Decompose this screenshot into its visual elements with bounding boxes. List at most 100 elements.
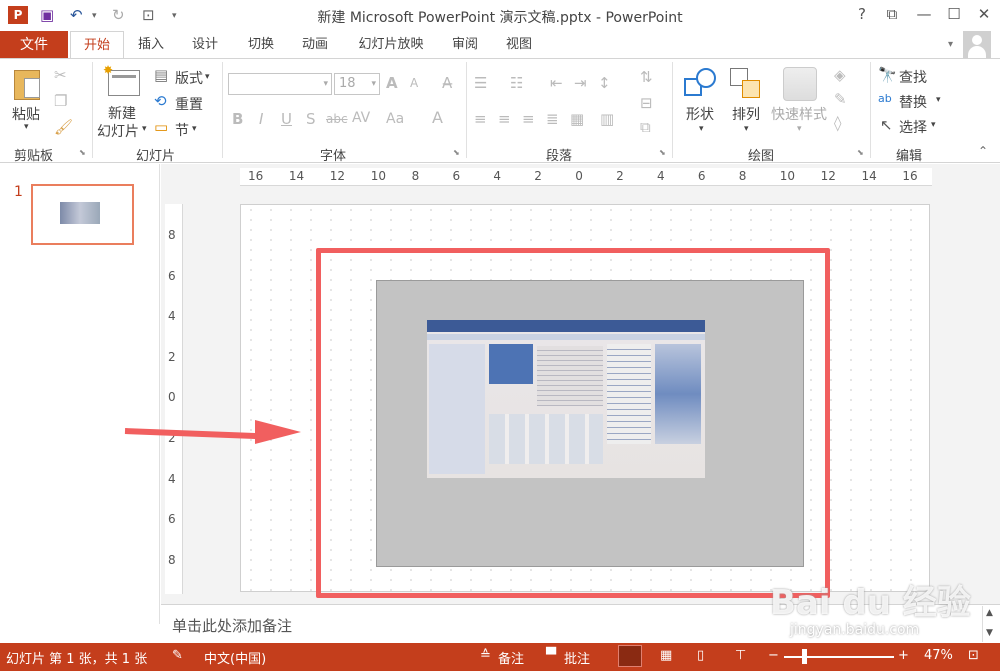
- bold-icon[interactable]: B: [232, 110, 243, 128]
- tab-file[interactable]: 文件: [0, 31, 68, 59]
- maximize-button[interactable]: ☐: [940, 5, 968, 23]
- font-launcher-icon[interactable]: ⬊: [453, 148, 460, 157]
- comments-button[interactable]: 批注: [564, 648, 590, 667]
- zoom-level[interactable]: 47%: [924, 648, 953, 663]
- numbering-icon[interactable]: ☷: [510, 74, 523, 92]
- columns-icon[interactable]: ▥: [600, 110, 614, 128]
- italic-icon[interactable]: I: [259, 110, 263, 128]
- select-button[interactable]: 选择: [899, 117, 927, 137]
- drawing-launcher-icon[interactable]: ⬊: [857, 148, 864, 157]
- collapse-ribbon-icon[interactable]: ⌃: [978, 144, 988, 158]
- align-left-icon[interactable]: ≡: [474, 110, 487, 128]
- tab-insert[interactable]: 插入: [128, 31, 174, 59]
- distributed-icon[interactable]: ▦: [570, 110, 584, 128]
- font-size-combo[interactable]: 18 ▾: [334, 73, 380, 95]
- shape-fill-icon[interactable]: ◈: [834, 66, 846, 84]
- increase-indent-icon[interactable]: ⇥: [574, 74, 587, 92]
- new-slide-label-2[interactable]: 幻灯片: [97, 121, 139, 141]
- new-slide-label-1[interactable]: 新建: [108, 103, 136, 123]
- slide-sorter-icon[interactable]: ▦: [660, 648, 672, 663]
- shapes-button[interactable]: 形状: [686, 104, 714, 124]
- replace-dropdown-icon[interactable]: ▾: [936, 95, 941, 105]
- bullets-icon[interactable]: ☰: [474, 74, 487, 92]
- decrease-indent-icon[interactable]: ⇤: [550, 74, 563, 92]
- copy-icon[interactable]: ❐: [54, 92, 67, 110]
- reading-view-icon[interactable]: ▯: [697, 648, 704, 663]
- arrange-dropdown-icon[interactable]: ▾: [744, 124, 749, 134]
- collapse-dropdown-icon[interactable]: ▾: [948, 39, 953, 50]
- tab-slideshow[interactable]: 幻灯片放映: [350, 31, 432, 59]
- text-shadow-icon[interactable]: S: [306, 110, 316, 128]
- paste-button[interactable]: 粘贴: [12, 104, 40, 124]
- quick-styles-dropdown-icon[interactable]: ▾: [797, 124, 802, 134]
- smartart-icon[interactable]: ⧉: [640, 118, 651, 136]
- quick-styles-button[interactable]: 快速样式: [771, 104, 827, 124]
- ribbon-display-button[interactable]: ⧉: [878, 5, 906, 23]
- clear-formatting-icon[interactable]: A̶: [442, 74, 452, 92]
- spellcheck-icon[interactable]: ✎: [172, 648, 183, 663]
- new-slide-dropdown-icon[interactable]: ▾: [142, 124, 147, 134]
- shrink-font-icon[interactable]: A: [410, 76, 418, 90]
- font-name-combo[interactable]: ▾: [228, 73, 332, 95]
- notes-scrollbar[interactable]: ▲ ▼: [982, 606, 998, 642]
- undo-icon[interactable]: ↶: [70, 6, 83, 24]
- layout-button[interactable]: 版式: [175, 68, 203, 88]
- normal-view-icon[interactable]: [618, 645, 642, 667]
- line-spacing-icon[interactable]: ↕: [598, 74, 611, 92]
- character-spacing-icon[interactable]: AV: [352, 110, 370, 126]
- reset-button[interactable]: 重置: [175, 94, 203, 114]
- minimize-button[interactable]: —: [910, 5, 938, 23]
- font-color-icon[interactable]: A: [432, 108, 443, 127]
- align-text-icon[interactable]: ⊟: [640, 94, 653, 112]
- text-direction-icon[interactable]: ⇅: [640, 68, 653, 86]
- language-status[interactable]: 中文(中国): [204, 648, 266, 667]
- shapes-dropdown-icon[interactable]: ▾: [699, 124, 704, 134]
- slideshow-view-icon[interactable]: ⊤: [735, 648, 746, 663]
- tab-animations[interactable]: 动画: [292, 31, 338, 59]
- select-dropdown-icon[interactable]: ▾: [931, 120, 936, 130]
- grow-font-icon[interactable]: A: [386, 74, 398, 92]
- save-icon[interactable]: ▣: [40, 6, 54, 24]
- undo-dropdown-icon[interactable]: ▾: [92, 11, 97, 21]
- help-button[interactable]: ?: [848, 5, 876, 23]
- clipboard-launcher-icon[interactable]: ⬊: [79, 148, 86, 157]
- section-dropdown-icon[interactable]: ▾: [192, 124, 197, 134]
- cut-icon[interactable]: ✂: [54, 66, 67, 84]
- shape-outline-icon[interactable]: ✎: [834, 90, 847, 108]
- align-right-icon[interactable]: ≡: [522, 110, 535, 128]
- redo-icon[interactable]: ↻: [112, 6, 125, 24]
- close-button[interactable]: ✕: [970, 5, 998, 23]
- replace-button[interactable]: 替换: [899, 92, 927, 112]
- zoom-out-button[interactable]: −: [768, 648, 779, 663]
- layout-dropdown-icon[interactable]: ▾: [205, 72, 210, 82]
- comments-icon[interactable]: ▀: [546, 648, 556, 663]
- tab-transitions[interactable]: 切换: [238, 31, 284, 59]
- paste-dropdown-icon[interactable]: ▾: [24, 122, 29, 132]
- change-case-icon[interactable]: Aa: [386, 111, 404, 127]
- format-painter-icon[interactable]: 🖌: [54, 118, 73, 136]
- notes-toggle-icon[interactable]: ≙: [480, 648, 491, 663]
- notes-toggle-button[interactable]: 备注: [498, 648, 524, 667]
- find-button[interactable]: 查找: [899, 67, 927, 87]
- tab-home[interactable]: 开始: [70, 31, 124, 60]
- zoom-slider-track[interactable]: [784, 656, 894, 658]
- align-center-icon[interactable]: ≡: [498, 110, 511, 128]
- user-avatar[interactable]: [963, 31, 991, 58]
- zoom-slider-thumb[interactable]: [802, 649, 807, 664]
- notes-placeholder[interactable]: 单击此处添加备注: [172, 615, 292, 636]
- section-button[interactable]: 节: [175, 120, 189, 140]
- customize-toolbar-icon[interactable]: ▾: [172, 11, 177, 21]
- shape-effects-icon[interactable]: ◊: [834, 114, 841, 132]
- underline-icon[interactable]: U: [281, 110, 292, 128]
- arrange-button[interactable]: 排列: [732, 104, 760, 124]
- justify-icon[interactable]: ≣: [546, 110, 559, 128]
- start-slideshow-icon[interactable]: ⊡: [142, 6, 155, 24]
- tab-view[interactable]: 视图: [496, 31, 542, 59]
- strikethrough-icon[interactable]: abc: [326, 112, 348, 126]
- scroll-up-icon[interactable]: ▲: [986, 608, 993, 618]
- paragraph-launcher-icon[interactable]: ⬊: [659, 148, 666, 157]
- scroll-down-icon[interactable]: ▼: [986, 628, 993, 638]
- tab-design[interactable]: 设计: [182, 31, 228, 59]
- zoom-in-button[interactable]: +: [898, 648, 909, 663]
- fit-slide-icon[interactable]: ⊡: [968, 648, 979, 663]
